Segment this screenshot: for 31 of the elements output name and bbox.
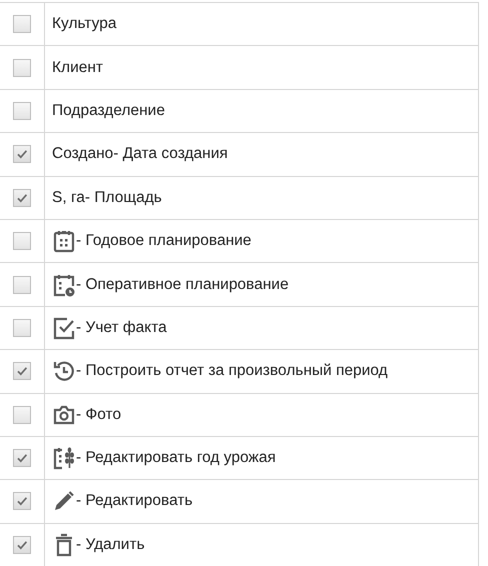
checkbox[interactable] — [13, 276, 31, 294]
column-label: - Учет факта — [76, 318, 167, 337]
checkbox[interactable] — [13, 102, 31, 120]
checkbox[interactable] — [13, 188, 31, 207]
column-label: - Редактировать — [76, 492, 193, 510]
checkbox[interactable] — [13, 58, 31, 77]
checkbox-tick-icon — [52, 316, 76, 340]
checkbox[interactable] — [13, 145, 31, 164]
checkbox[interactable] — [13, 449, 31, 468]
calendar-wheat-icon — [52, 446, 76, 470]
column-label: - Редактировать год урожая — [76, 449, 276, 468]
checkbox[interactable] — [13, 536, 31, 554]
calendar-icon — [52, 229, 76, 254]
column-label: S, га- Площадь — [52, 188, 162, 207]
checkbox[interactable] — [13, 406, 31, 424]
checkbox[interactable] — [13, 15, 31, 34]
column-label: - Удалить — [76, 536, 145, 554]
column-label: - Оперативное планирование — [76, 276, 289, 294]
column-label: Создано- Дата создания — [52, 145, 228, 164]
checkbox[interactable] — [13, 492, 31, 510]
column-label: Клиент — [52, 58, 104, 77]
history-icon — [52, 359, 76, 384]
column-label: Подразделение — [52, 102, 165, 120]
calendar-clock-icon — [52, 272, 76, 297]
column-label: - Фото — [76, 406, 122, 424]
checkbox[interactable] — [13, 232, 31, 250]
column-label: - Построить отчет за произвольный период — [76, 362, 388, 380]
checkbox[interactable] — [13, 318, 31, 337]
column-label: Культура — [52, 15, 116, 34]
column-label: - Годовое планирование — [76, 232, 252, 250]
checkbox[interactable] — [13, 362, 31, 380]
